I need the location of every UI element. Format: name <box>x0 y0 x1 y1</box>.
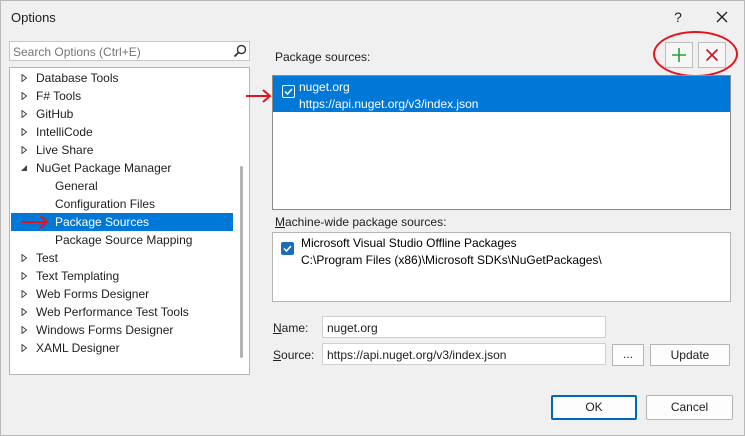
collapsed-arrow-icon[interactable] <box>20 146 28 154</box>
expanded-arrow-icon[interactable] <box>20 164 28 172</box>
close-icon <box>716 11 728 23</box>
offline-source-name: Microsoft Visual Studio Offline Packages <box>301 236 517 250</box>
checkmark-icon <box>283 245 292 253</box>
collapsed-arrow-icon[interactable] <box>20 74 28 82</box>
tree-item-label: General <box>55 179 98 193</box>
source-input[interactable] <box>327 347 601 362</box>
collapsed-arrow-icon[interactable] <box>20 344 28 352</box>
offline-source-path: C:\Program Files (x86)\Microsoft SDKs\Nu… <box>301 253 602 267</box>
collapsed-arrow-icon[interactable] <box>20 92 28 100</box>
tree-item[interactable]: F# Tools <box>11 87 233 105</box>
tree-item-label: Test <box>36 251 59 265</box>
search-input[interactable] <box>13 44 223 59</box>
cancel-button[interactable]: Cancel <box>646 395 733 420</box>
collapsed-arrow-icon[interactable] <box>20 308 28 316</box>
browse-button[interactable]: ... <box>612 344 644 366</box>
tree-item-label: Database Tools <box>36 71 119 85</box>
tree-item[interactable]: Live Share <box>11 141 233 159</box>
collapsed-arrow-icon[interactable] <box>20 290 28 298</box>
package-source-row[interactable]: nuget.org https://api.nuget.org/v3/index… <box>273 76 730 112</box>
search-icon[interactable] <box>233 44 247 58</box>
collapsed-arrow-icon[interactable] <box>20 272 28 280</box>
close-button[interactable] <box>711 7 733 27</box>
tree-item[interactable]: Web Performance Test Tools <box>11 303 233 321</box>
title-bar: Options ? <box>1 1 745 35</box>
source-enabled-checkbox[interactable] <box>282 85 295 98</box>
tree-item-label: NuGet Package Manager <box>36 161 172 175</box>
machine-wide-sources-list[interactable]: Microsoft Visual Studio Offline Packages… <box>272 232 731 302</box>
name-field <box>322 316 606 338</box>
annotation-circle <box>653 31 738 77</box>
tree-item[interactable]: Text Templating <box>11 267 233 285</box>
tree-item-label: XAML Designer <box>36 341 120 355</box>
tree-item-label: Text Templating <box>36 269 120 283</box>
options-dialog: Options ? Database Tools F# Tools GitHub In… <box>0 0 745 436</box>
help-button[interactable]: ? <box>669 8 687 26</box>
tree-item[interactable]: Configuration Files <box>11 195 233 213</box>
annotation-arrow-icon <box>246 89 272 103</box>
update-button[interactable]: Update <box>650 344 730 366</box>
collapsed-arrow-icon[interactable] <box>20 128 28 136</box>
tree-item[interactable]: XAML Designer <box>11 339 233 357</box>
tree-item-label: F# Tools <box>36 89 82 103</box>
tree-item-label: IntelliCode <box>36 125 93 139</box>
tree-item-label: GitHub <box>36 107 74 121</box>
tree-item[interactable]: NuGet Package Manager <box>11 159 233 177</box>
source-url: https://api.nuget.org/v3/index.json <box>299 97 479 111</box>
tree-item-label: Package Sources <box>55 215 150 229</box>
annotation-arrow-icon <box>21 215 49 229</box>
tree-item-label: Web Forms Designer <box>36 287 150 301</box>
tree-item-label: Package Source Mapping <box>55 233 193 247</box>
tree-item-label: Windows Forms Designer <box>36 323 174 337</box>
tree-item[interactable]: Database Tools <box>11 69 233 87</box>
tree-scrollbar[interactable] <box>240 166 243 358</box>
dialog-title: Options <box>11 10 56 25</box>
package-sources-list[interactable]: nuget.org https://api.nuget.org/v3/index… <box>272 75 731 210</box>
tree-item[interactable]: Test <box>11 249 233 267</box>
collapsed-arrow-icon[interactable] <box>20 110 28 118</box>
search-box <box>9 41 250 61</box>
source-label: Source: <box>273 348 315 362</box>
tree-item[interactable]: GitHub <box>11 105 233 123</box>
name-label: Name: <box>273 321 309 335</box>
machine-wide-sources-label: Machine-wide package sources: <box>275 215 447 229</box>
tree-item[interactable]: Windows Forms Designer <box>11 321 233 339</box>
name-input[interactable] <box>327 320 601 335</box>
tree-item[interactable]: Package Source Mapping <box>11 231 233 249</box>
source-name: nuget.org <box>299 80 350 94</box>
checkmark-icon <box>284 88 293 96</box>
collapsed-arrow-icon[interactable] <box>20 326 28 334</box>
tree-item[interactable]: IntelliCode <box>11 123 233 141</box>
tree-item-label: Live Share <box>36 143 94 157</box>
tree-item[interactable]: General <box>11 177 233 195</box>
offline-source-checkbox[interactable] <box>281 242 294 255</box>
package-sources-label: Package sources: <box>275 50 371 64</box>
tree-item[interactable]: Web Forms Designer <box>11 285 233 303</box>
source-field <box>322 343 606 365</box>
ok-button[interactable]: OK <box>551 395 637 420</box>
tree-item-label: Configuration Files <box>55 197 156 211</box>
collapsed-arrow-icon[interactable] <box>20 254 28 262</box>
tree-item-label: Web Performance Test Tools <box>36 305 189 319</box>
